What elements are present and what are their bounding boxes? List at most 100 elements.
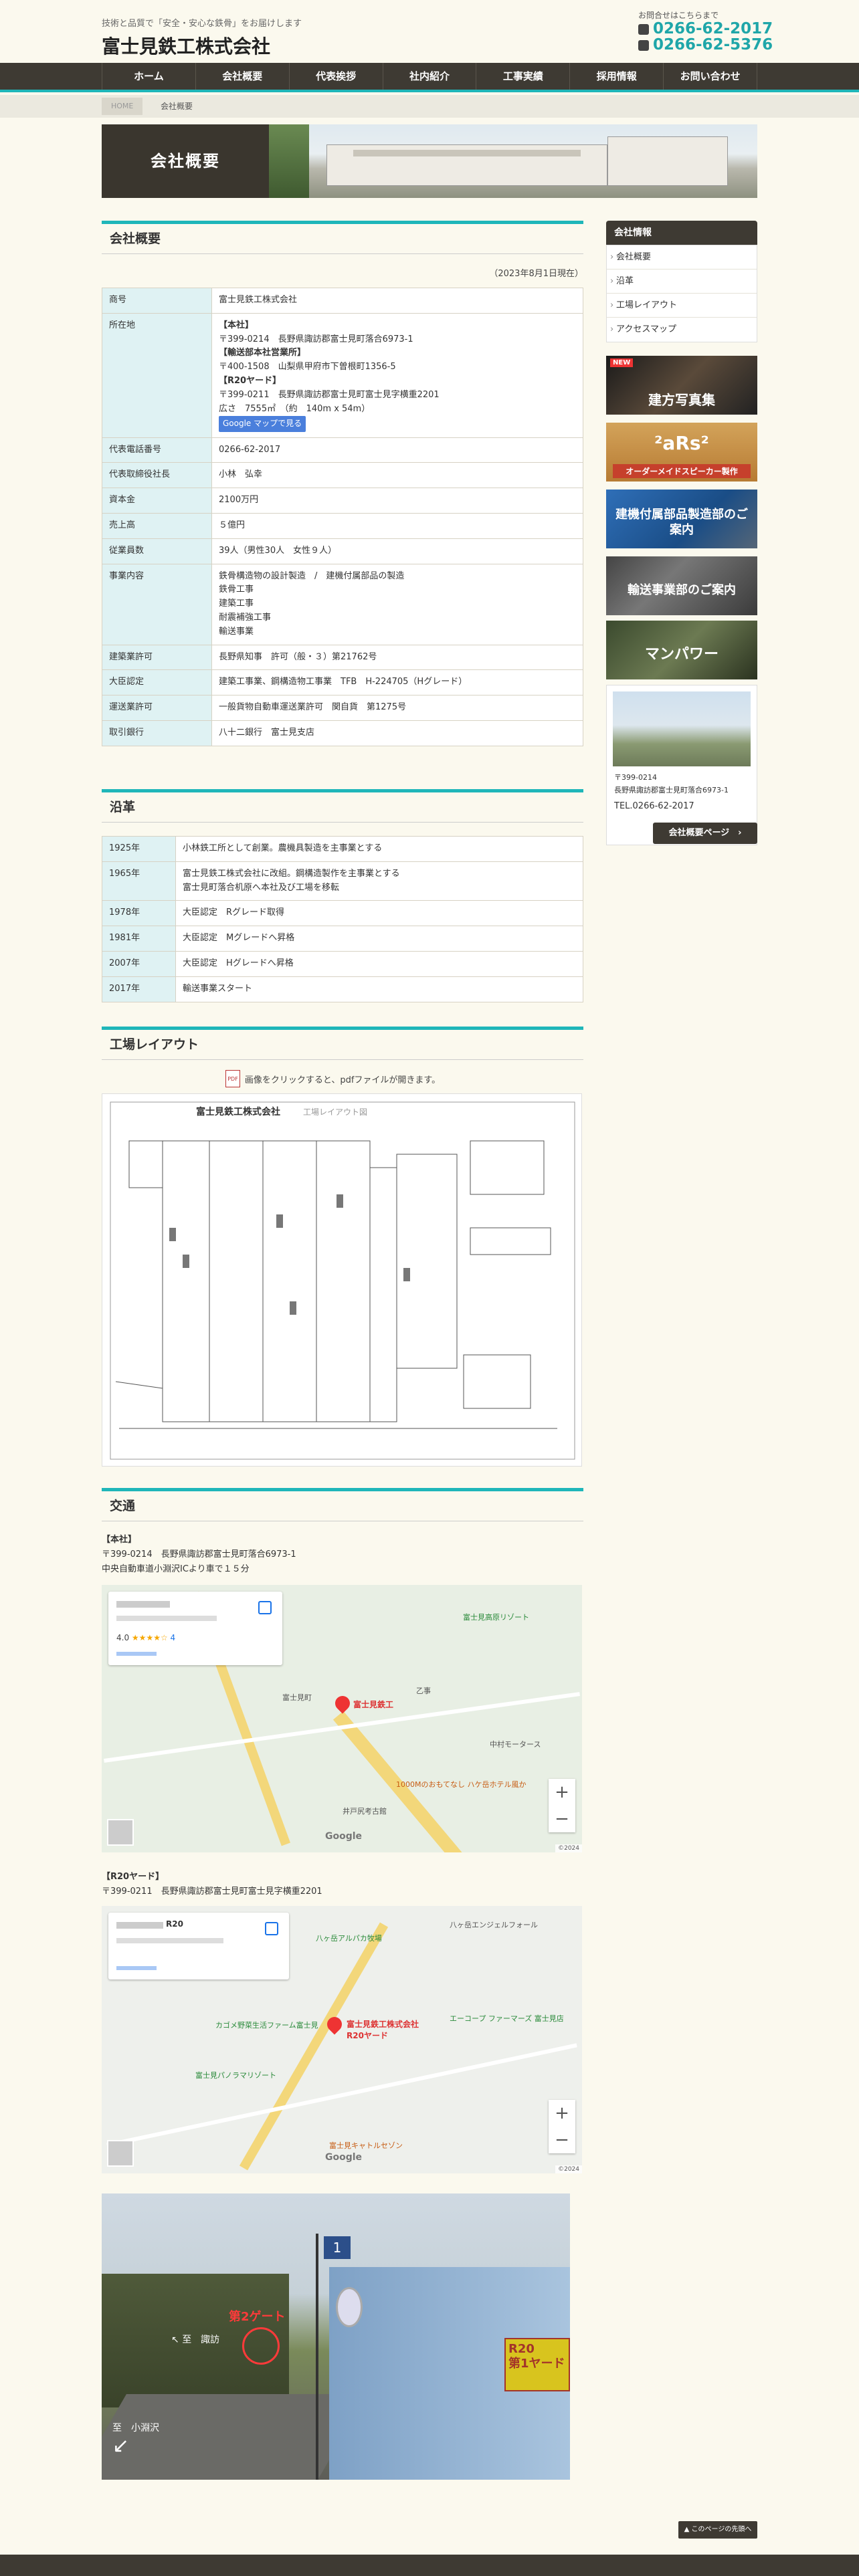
- fax-number-text: 0266-62-5376: [653, 36, 773, 53]
- history-year: 2007年: [102, 950, 176, 977]
- page-title: 会社概要: [151, 152, 220, 171]
- nav-item-greeting[interactable]: 代表挨拶: [288, 63, 383, 90]
- map-footer: ©2024: [555, 1844, 582, 1852]
- table-row: 運送業許可 一般貨物自動車運送業許可 関自貨 第1275号: [102, 695, 583, 721]
- gate-label: 第2ゲート: [229, 2310, 286, 2324]
- row-label: 資本金: [102, 488, 212, 514]
- row-value: ５億円: [211, 512, 583, 539]
- table-row: 代表取締役社長 小林 弘幸: [102, 462, 583, 489]
- map-place-label: 富士見キャトルセゾン: [329, 2141, 403, 2150]
- history-event: 小林鉄工所として創業。農機具製造を主事業とする: [175, 836, 583, 862]
- nav-item-home[interactable]: ホーム: [102, 63, 195, 90]
- business-line: 鉄骨構造物の設計製造 / 建機付属部品の製造: [219, 570, 405, 581]
- map-link-placeholder[interactable]: [116, 1966, 157, 1970]
- hq-access: 【本社】 〒399-0214 長野県諏訪郡富士見町落合6973-1 中央自動車道…: [102, 1533, 296, 1577]
- road-mirror: [336, 2287, 363, 2327]
- history-event: 富士見鉄工株式会社に改組。鋼構造製作を主事業とする 富士見町落合机原へ本社及び工場…: [175, 861, 583, 901]
- banner-parts[interactable]: 建機付属部品製造部のご案内: [606, 490, 757, 548]
- section-heading-layout: 工場レイアウト: [102, 1027, 583, 1060]
- row-value: 一般貨物自動車運送業許可 関自貨 第1275号: [211, 695, 583, 721]
- yard-sign-r20: R20: [508, 2342, 535, 2356]
- route-sign: 1: [324, 2236, 351, 2259]
- business-line: 輸送事業: [219, 626, 254, 637]
- banner-logo: ²aRs²: [654, 432, 709, 454]
- banner-construction-photos[interactable]: NEW 建方写真集: [606, 356, 757, 415]
- contact-label: お問合せはこちらまで: [638, 11, 719, 20]
- sidebar-links: 会社概要 沿革 工場レイアウト アクセスマップ: [606, 245, 757, 342]
- hq-map[interactable]: 4.0 ★★★★☆ 4 富士見町 乙事 富士見高原リゾート 1000Mのおもてな…: [102, 1585, 582, 1852]
- nav-item-contact[interactable]: お問い合わせ: [663, 63, 758, 90]
- place-name-placeholder: [116, 1601, 170, 1608]
- page-top-button[interactable]: ▲ このページの先頭へ: [678, 2521, 757, 2539]
- history-year: 2017年: [102, 976, 176, 1002]
- r20-map[interactable]: R20 八ヶ岳エンジェルフォール エーコープ ファーマーズ 富士見店 カゴメ野菜…: [102, 1906, 582, 2173]
- map-layer-toggle[interactable]: [107, 1819, 134, 1846]
- history-event: 輸送事業スタート: [175, 976, 583, 1002]
- factory-layout-drawing[interactable]: 富士見鉄工株式会社 工場レイアウト図: [102, 1093, 582, 1467]
- google-map-button[interactable]: Google マップで見る: [219, 416, 306, 432]
- history-event: 大臣認定 Hグレードへ昇格: [175, 950, 583, 977]
- site-title[interactable]: 富士見鉄工株式会社: [102, 32, 270, 59]
- yard-sign: R20 第1ヤード: [504, 2338, 570, 2391]
- row-label: 従業員数: [102, 538, 212, 564]
- nav-item-about[interactable]: 社内紹介: [382, 63, 476, 90]
- nav-item-works[interactable]: 工事実績: [476, 63, 569, 90]
- banner-label: 建方写真集: [648, 392, 715, 408]
- nav-item-recruit[interactable]: 採用情報: [569, 63, 663, 90]
- rating-reviews[interactable]: 4: [171, 1633, 176, 1642]
- table-row: 従業員数 39人（男性30人 女性９人）: [102, 538, 583, 564]
- address-line: 〒399-0211 長野県諏訪郡富士見町富士見字横重2201: [219, 389, 440, 400]
- sidebar-item-access[interactable]: アクセスマップ: [607, 318, 757, 342]
- map-layer-toggle[interactable]: [107, 2140, 134, 2167]
- sidebar-item-history[interactable]: 沿革: [607, 270, 757, 294]
- address-line: 〒400-1508 山梨県甲府市下曽根町1356-5: [219, 362, 396, 372]
- map-place-label: 1000Mのおもてなし ハケ岳ホテル風か: [396, 1780, 527, 1789]
- zoom-control[interactable]: + −: [549, 1779, 575, 1832]
- row-value: 建築工事業、鋼構造物工事業 TFB H-224705（Hグレード）: [211, 669, 583, 696]
- google-logo: Google: [325, 1831, 363, 1842]
- phone-number[interactable]: 0266-62-2017: [638, 20, 773, 37]
- table-row: 代表電話番号 0266-62-2017: [102, 437, 583, 463]
- sidebar-address-line: 長野県諏訪郡富士見町落合6973-1: [614, 785, 729, 794]
- sidebar-item-layout[interactable]: 工場レイアウト: [607, 294, 757, 318]
- banner-manpower[interactable]: マンパワー: [606, 621, 757, 679]
- map-info-card: 4.0 ★★★★☆ 4: [108, 1592, 282, 1665]
- history-event-line: 富士見鉄工株式会社に改組。鋼構造製作を主事業とする: [183, 868, 400, 879]
- business-line: 鉄骨工事: [219, 584, 254, 595]
- directions-icon[interactable]: [265, 1922, 278, 1935]
- sidebar-item-overview[interactable]: 会社概要: [607, 245, 757, 270]
- table-row: 事業内容 鉄骨構造物の設計製造 / 建機付属部品の製造 鉄骨工事 建築工事 耐震…: [102, 563, 583, 645]
- banner-label: マンパワー: [644, 646, 719, 663]
- trees: [269, 124, 309, 198]
- table-row: 売上高 ５億円: [102, 512, 583, 539]
- drawing-title: 工場レイアウト図: [303, 1107, 368, 1117]
- directions-icon[interactable]: [258, 1601, 272, 1614]
- company-page-button[interactable]: 会社概要ページ ›: [653, 823, 757, 844]
- breadcrumb-home[interactable]: HOME: [102, 98, 143, 115]
- history-year: 1981年: [102, 926, 176, 952]
- row-label: 所在地: [102, 312, 212, 438]
- row-value-address: 【本社】 〒399-0214 長野県諏訪郡富士見町落合6973-1 【輸送部本社…: [211, 312, 583, 438]
- fax-number: 0266-62-5376: [638, 36, 773, 53]
- as-of-date: （2023年8月1日現在）: [489, 269, 583, 279]
- banner-speaker[interactable]: ²aRs² オーダーメイドスピーカー製作: [606, 423, 757, 481]
- row-label: 建築業許可: [102, 644, 212, 671]
- row-label: 大臣認定: [102, 669, 212, 696]
- banner-transport[interactable]: 輸送事業部のご案内: [606, 556, 757, 615]
- map-pin-icon[interactable]: [332, 1693, 353, 1714]
- hq-address: 〒399-0214 長野県諏訪郡富士見町落合6973-1: [102, 1549, 296, 1560]
- r20-label: 【R20ヤード】: [102, 1872, 165, 1882]
- sidebar-heading: 会社情報: [606, 221, 757, 245]
- map-link-placeholder[interactable]: [116, 1652, 157, 1656]
- row-label: 商号: [102, 288, 212, 314]
- table-row: 建築業許可 長野県知事 許可（般・３）第21762号: [102, 644, 583, 671]
- zoom-control[interactable]: + −: [549, 2100, 575, 2153]
- fax-icon: [638, 39, 649, 51]
- nav-item-company[interactable]: 会社概要: [195, 63, 289, 90]
- layout-drawing-svg: [110, 1101, 575, 1460]
- map-card-title: R20: [166, 1919, 183, 1929]
- row-value: 39人（男性30人 女性９人）: [211, 538, 583, 564]
- history-event-line: 富士見町落合机原へ本社及び工場を移転: [183, 882, 340, 893]
- history-table: 1925年 小林鉄工所として創業。農機具製造を主事業とする 1965年 富士見鉄工株…: [102, 836, 583, 1002]
- map-place-label: 井戸尻考古館: [343, 1807, 387, 1816]
